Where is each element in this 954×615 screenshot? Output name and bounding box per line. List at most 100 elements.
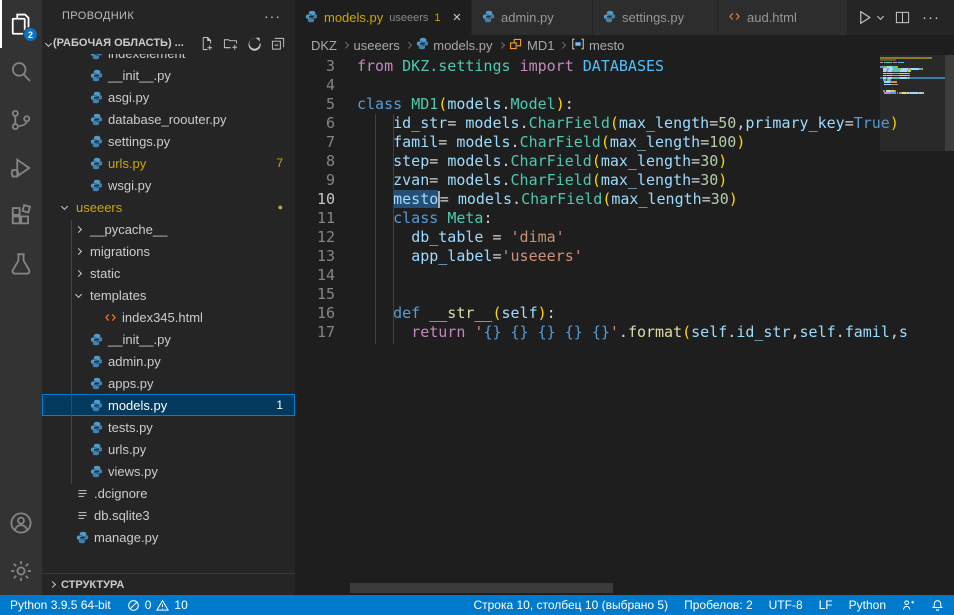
tree-item-label: views.py <box>108 464 158 479</box>
tree-item-db.sqlite3[interactable]: db.sqlite3 <box>42 504 295 526</box>
explorer-more-icon[interactable]: ··· <box>264 8 281 24</box>
python-icon <box>76 531 94 544</box>
tree-item-admin.py[interactable]: admin.py <box>42 350 295 372</box>
indent-guide <box>393 114 394 344</box>
tree-item-label: apps.py <box>108 376 154 391</box>
tab-label: models.py <box>324 10 383 25</box>
feedback-icon[interactable] <box>902 599 915 612</box>
breadcrumb-item-MD1[interactable]: MD1 <box>509 37 554 54</box>
breadcrumb-item-DKZ[interactable]: DKZ <box>311 38 337 53</box>
tree-item-static[interactable]: static <box>42 262 295 284</box>
python-icon <box>90 54 108 60</box>
tab-settings.py[interactable]: settings.py <box>593 0 718 35</box>
chevron-down-icon <box>62 206 76 209</box>
line-number: 14 <box>295 266 335 285</box>
tree-item-indexelement[interactable]: indexelement <box>42 54 295 64</box>
account-icon[interactable] <box>0 499 42 547</box>
python-icon <box>90 465 108 478</box>
tree-item-settings.py[interactable]: settings.py <box>42 130 295 152</box>
problems-status[interactable]: 0 10 <box>127 598 188 612</box>
indentation-status[interactable]: Пробелов: 2 <box>684 598 753 612</box>
tree-item-tests.py[interactable]: tests.py <box>42 416 295 438</box>
explorer-icon[interactable]: 2 <box>0 0 42 48</box>
tree-item-templates[interactable]: templates <box>42 284 295 306</box>
tree-item-label: urls.py <box>108 156 146 171</box>
tab-bar: models.pyuseeers1×admin.pysettings.pyaud… <box>295 0 954 35</box>
settings-gear-icon[interactable] <box>0 547 42 595</box>
run-python-file-button[interactable] <box>856 9 883 26</box>
outline-section-header[interactable]: СТРУКТУРА <box>42 573 295 595</box>
tree-item-wsgi.py[interactable]: wsgi.py <box>42 174 295 196</box>
explorer-header: ПРОВОДНИК ··· <box>42 0 295 32</box>
encoding-status[interactable]: UTF-8 <box>769 598 803 612</box>
tree-item-__pycache__[interactable]: __pycache__ <box>42 218 295 240</box>
line-number: 16 <box>295 304 335 323</box>
tab-dirname: useeers <box>389 12 428 24</box>
breadcrumb-item-useeers[interactable]: useeers <box>354 38 400 53</box>
line-number: 7 <box>295 133 335 152</box>
notifications-bell-icon[interactable] <box>931 599 944 612</box>
code-line-3[interactable]: 3from DKZ.settings import DATABASES <box>295 57 954 76</box>
python-interpreter-status[interactable]: Python 3.9.5 64-bit <box>10 598 111 612</box>
tab-admin.py[interactable]: admin.py <box>472 0 593 35</box>
tree-item-index345.html[interactable]: index345.html <box>42 306 295 328</box>
tree-item-__init__.py[interactable]: __init__.py <box>42 64 295 86</box>
tab-models.py[interactable]: models.pyuseeers1× <box>295 0 472 35</box>
tree-item-views.py[interactable]: views.py <box>42 460 295 482</box>
python-icon <box>90 421 108 434</box>
activity-bar: 2 <box>0 0 42 595</box>
more-actions-button[interactable]: ··· <box>922 9 940 26</box>
chevron-down-icon <box>76 294 90 297</box>
workspace-section-header[interactable]: (РАБОЧАЯ ОБЛАСТЬ) ... <box>42 32 295 54</box>
line-number: 12 <box>295 228 335 247</box>
eol-status[interactable]: LF <box>819 598 833 612</box>
line-number: 6 <box>295 114 335 133</box>
tree-item-.dcignore[interactable]: .dcignore <box>42 482 295 504</box>
search-icon[interactable] <box>0 48 42 96</box>
chevron-right-icon <box>76 227 90 232</box>
tree-item-useeers[interactable]: useeers● <box>42 196 295 218</box>
tab-aud.html[interactable]: aud.html <box>718 0 848 35</box>
collapse-all-icon[interactable] <box>269 34 287 52</box>
source-control-icon[interactable] <box>0 96 42 144</box>
warning-count: 10 <box>174 598 187 612</box>
tree-item-urls.py[interactable]: urls.py <box>42 438 295 460</box>
code-line-5[interactable]: 5class MD1(models.Model): <box>295 95 954 114</box>
breadcrumb-item-mesto[interactable]: mesto <box>571 37 624 54</box>
editor-group: models.pyuseeers1×admin.pysettings.pyaud… <box>295 0 954 595</box>
breadcrumb-item-models.py[interactable]: models.py <box>416 37 492 53</box>
python-icon <box>90 91 108 104</box>
chevron-right-icon <box>76 271 90 276</box>
workspace-label: (РАБОЧАЯ ОБЛАСТЬ) ... <box>53 37 184 49</box>
tree-item-urls.py[interactable]: urls.py7 <box>42 152 295 174</box>
refresh-icon[interactable] <box>245 34 263 52</box>
extensions-icon[interactable] <box>0 192 42 240</box>
new-file-icon[interactable] <box>197 34 215 52</box>
run-dropdown-icon[interactable] <box>877 13 884 20</box>
tree-item-asgi.py[interactable]: asgi.py <box>42 86 295 108</box>
breadcrumb-separator-icon <box>498 42 504 48</box>
run-and-debug-icon[interactable] <box>0 144 42 192</box>
line-number: 15 <box>295 285 335 304</box>
new-folder-icon[interactable] <box>221 34 239 52</box>
close-tab-icon[interactable]: × <box>453 10 462 25</box>
testing-icon[interactable] <box>0 240 42 288</box>
tree-item-models.py[interactable]: models.py1 <box>42 394 295 416</box>
language-mode-status[interactable]: Python <box>849 598 886 612</box>
tree-item-database_roouter.py[interactable]: database_roouter.py <box>42 108 295 130</box>
tree-item-label: __init__.py <box>108 68 171 83</box>
breadcrumb-separator-icon <box>342 42 348 48</box>
minimap[interactable] <box>880 55 945 595</box>
horizontal-scrollbar[interactable] <box>350 583 613 593</box>
tree-item-label: migrations <box>90 244 150 259</box>
python-icon <box>416 37 429 53</box>
tree-item-manage.py[interactable]: manage.py <box>42 526 295 548</box>
tree-item-__init__.py[interactable]: __init__.py <box>42 328 295 350</box>
tree-item-migrations[interactable]: migrations <box>42 240 295 262</box>
tree-item-apps.py[interactable]: apps.py <box>42 372 295 394</box>
code-editor[interactable]: 3from DKZ.settings import DATABASES45cla… <box>295 55 954 595</box>
split-editor-button[interactable] <box>895 10 910 25</box>
cursor-position-status[interactable]: Строка 10, столбец 10 (выбрано 5) <box>473 598 668 612</box>
vertical-scrollbar[interactable] <box>945 55 954 151</box>
code-line-4[interactable]: 4 <box>295 76 954 95</box>
